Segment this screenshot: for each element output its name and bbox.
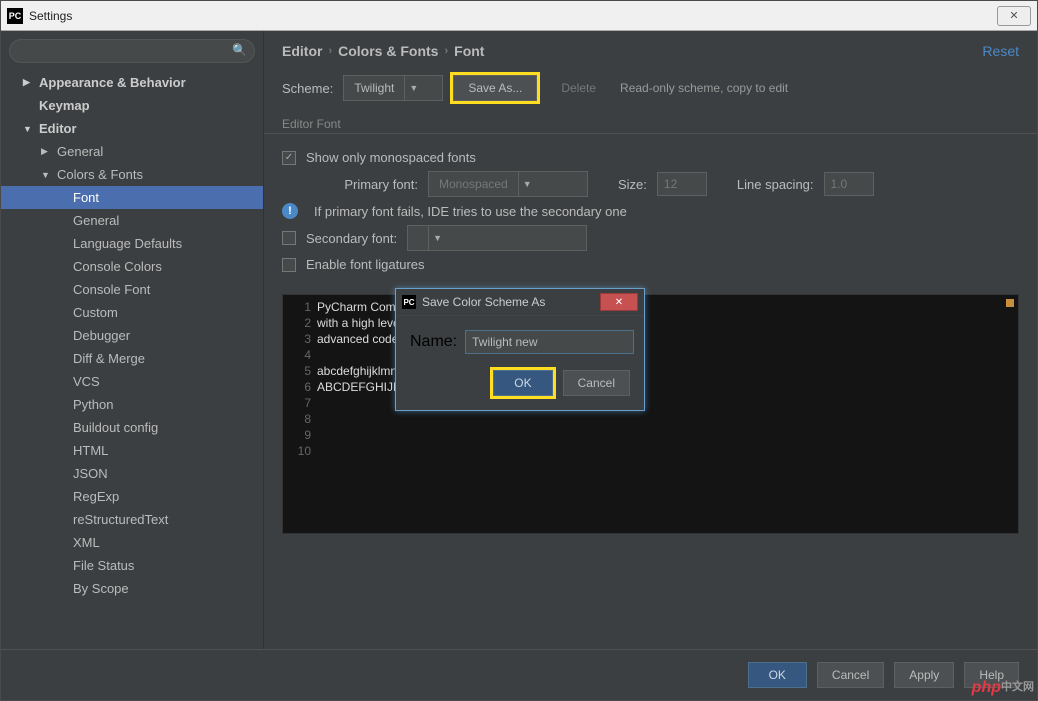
show-mono-row: Show only monospaced fonts — [282, 150, 1019, 165]
secondary-font-row: Secondary font: ▼ — [282, 225, 1019, 251]
window-close-button[interactable]: ✕ — [997, 6, 1031, 26]
search-input[interactable] — [9, 39, 255, 63]
editor-font-form: Show only monospaced fonts Primary font:… — [264, 144, 1037, 288]
name-label: Name: — [410, 333, 457, 351]
ok-button[interactable]: OK — [748, 662, 807, 688]
dialog-ok-button[interactable]: OK — [493, 370, 552, 396]
tree-html[interactable]: HTML — [1, 439, 263, 462]
tree-file-status[interactable]: File Status — [1, 554, 263, 577]
scheme-name-input[interactable] — [465, 330, 634, 354]
editor-font-legend: Editor Font — [264, 115, 1037, 134]
dialog-close-button[interactable]: ✕ — [600, 293, 638, 311]
tree-diff-merge[interactable]: Diff & Merge — [1, 347, 263, 370]
info-text: If primary font fails, IDE tries to use … — [314, 204, 627, 219]
tree-general[interactable]: ▶General — [1, 140, 263, 163]
size-label: Size: — [618, 177, 647, 192]
spacing-input[interactable] — [824, 172, 874, 196]
tree-general2[interactable]: General — [1, 209, 263, 232]
secondary-font-label: Secondary font: — [306, 231, 397, 246]
show-mono-checkbox[interactable] — [282, 151, 296, 165]
save-as-button[interactable]: Save As... — [453, 75, 537, 101]
titlebar: PC Settings ✕ — [1, 1, 1037, 31]
dialog-titlebar: PC Save Color Scheme As ✕ — [396, 289, 644, 316]
warning-marker-icon — [1006, 299, 1014, 307]
chevron-right-icon: › — [444, 45, 448, 57]
main-panel: Editor › Colors & Fonts › Font Reset Sch… — [264, 31, 1037, 649]
breadcrumb: Editor › Colors & Fonts › Font Reset — [264, 31, 1037, 69]
dialog-footer: OK Cancel — [396, 360, 644, 410]
secondary-font-checkbox[interactable] — [282, 231, 296, 245]
show-mono-label: Show only monospaced fonts — [306, 150, 476, 165]
app-icon: PC — [402, 295, 416, 309]
reset-link[interactable]: Reset — [982, 43, 1019, 59]
tree-buildout[interactable]: Buildout config — [1, 416, 263, 439]
tree-keymap[interactable]: Keymap — [1, 94, 263, 117]
tree-vcs[interactable]: VCS — [1, 370, 263, 393]
tree-by-scope[interactable]: By Scope — [1, 577, 263, 600]
crumb-colors-fonts[interactable]: Colors & Fonts — [338, 43, 438, 59]
apply-button[interactable]: Apply — [894, 662, 954, 688]
size-input[interactable] — [657, 172, 707, 196]
tree-custom[interactable]: Custom — [1, 301, 263, 324]
ligatures-row: Enable font ligatures — [282, 257, 1019, 272]
primary-font-combo[interactable]: Monospaced ▼ — [428, 171, 588, 197]
save-scheme-dialog: PC Save Color Scheme As ✕ Name: OK Cance… — [395, 288, 645, 411]
primary-font-label: Primary font: — [336, 177, 418, 192]
tree-font[interactable]: Font — [1, 186, 263, 209]
tree-appearance-behavior[interactable]: ▶Appearance & Behavior — [1, 71, 263, 94]
chevron-down-icon[interactable]: ▼ — [404, 76, 422, 100]
chevron-down-icon[interactable]: ▼ — [518, 172, 536, 196]
info-icon: ! — [282, 203, 298, 219]
tree-editor[interactable]: ▼Editor — [1, 117, 263, 140]
tree-xml[interactable]: XML — [1, 531, 263, 554]
dialog-title: Save Color Scheme As — [422, 295, 545, 309]
window-title: Settings — [29, 9, 997, 23]
primary-font-row: Primary font: Monospaced ▼ Size: Line sp… — [336, 171, 1019, 197]
tree-language-defaults[interactable]: Language Defaults — [1, 232, 263, 255]
settings-tree[interactable]: ▶Appearance & Behavior Keymap ▼Editor ▶G… — [1, 71, 263, 649]
crumb-editor[interactable]: Editor — [282, 43, 322, 59]
info-row: ! If primary font fails, IDE tries to us… — [282, 203, 1019, 219]
delete-button: Delete — [547, 75, 610, 101]
app-icon: PC — [7, 8, 23, 24]
spacing-label: Line spacing: — [737, 177, 814, 192]
chevron-down-icon[interactable]: ▼ — [428, 226, 446, 250]
readonly-hint: Read-only scheme, copy to edit — [620, 81, 788, 95]
primary-font-value: Monospaced — [429, 177, 518, 191]
search-icon: 🔍 — [232, 43, 247, 57]
tree-debugger[interactable]: Debugger — [1, 324, 263, 347]
sidebar: 🔍 ▶Appearance & Behavior Keymap ▼Editor … — [1, 31, 264, 649]
dialog-cancel-button[interactable]: Cancel — [563, 370, 630, 396]
cancel-button[interactable]: Cancel — [817, 662, 884, 688]
tree-restructuredtext[interactable]: reStructuredText — [1, 508, 263, 531]
scheme-row: Scheme: Twilight ▼ Save As... Delete Rea… — [264, 69, 1037, 115]
editor-preview: 1PyCharm Communit 2with a high leve 3adv… — [282, 294, 1019, 534]
dialog-body: Name: — [396, 316, 644, 360]
secondary-font-combo[interactable]: ▼ — [407, 225, 587, 251]
tree-python[interactable]: Python — [1, 393, 263, 416]
scheme-combo[interactable]: Twilight ▼ — [343, 75, 443, 101]
scheme-value: Twilight — [344, 81, 404, 95]
ligatures-checkbox[interactable] — [282, 258, 296, 272]
chevron-right-icon: › — [328, 45, 332, 57]
ligatures-label: Enable font ligatures — [306, 257, 425, 272]
tree-console-colors[interactable]: Console Colors — [1, 255, 263, 278]
watermark: php中文网 — [972, 679, 1034, 697]
tree-console-font[interactable]: Console Font — [1, 278, 263, 301]
scheme-label: Scheme: — [282, 81, 333, 96]
crumb-font: Font — [454, 43, 484, 59]
footer: OK Cancel Apply Help — [1, 649, 1037, 700]
tree-colors-fonts[interactable]: ▼Colors & Fonts — [1, 163, 263, 186]
search-wrap: 🔍 — [1, 31, 263, 71]
tree-regexp[interactable]: RegExp — [1, 485, 263, 508]
tree-json[interactable]: JSON — [1, 462, 263, 485]
